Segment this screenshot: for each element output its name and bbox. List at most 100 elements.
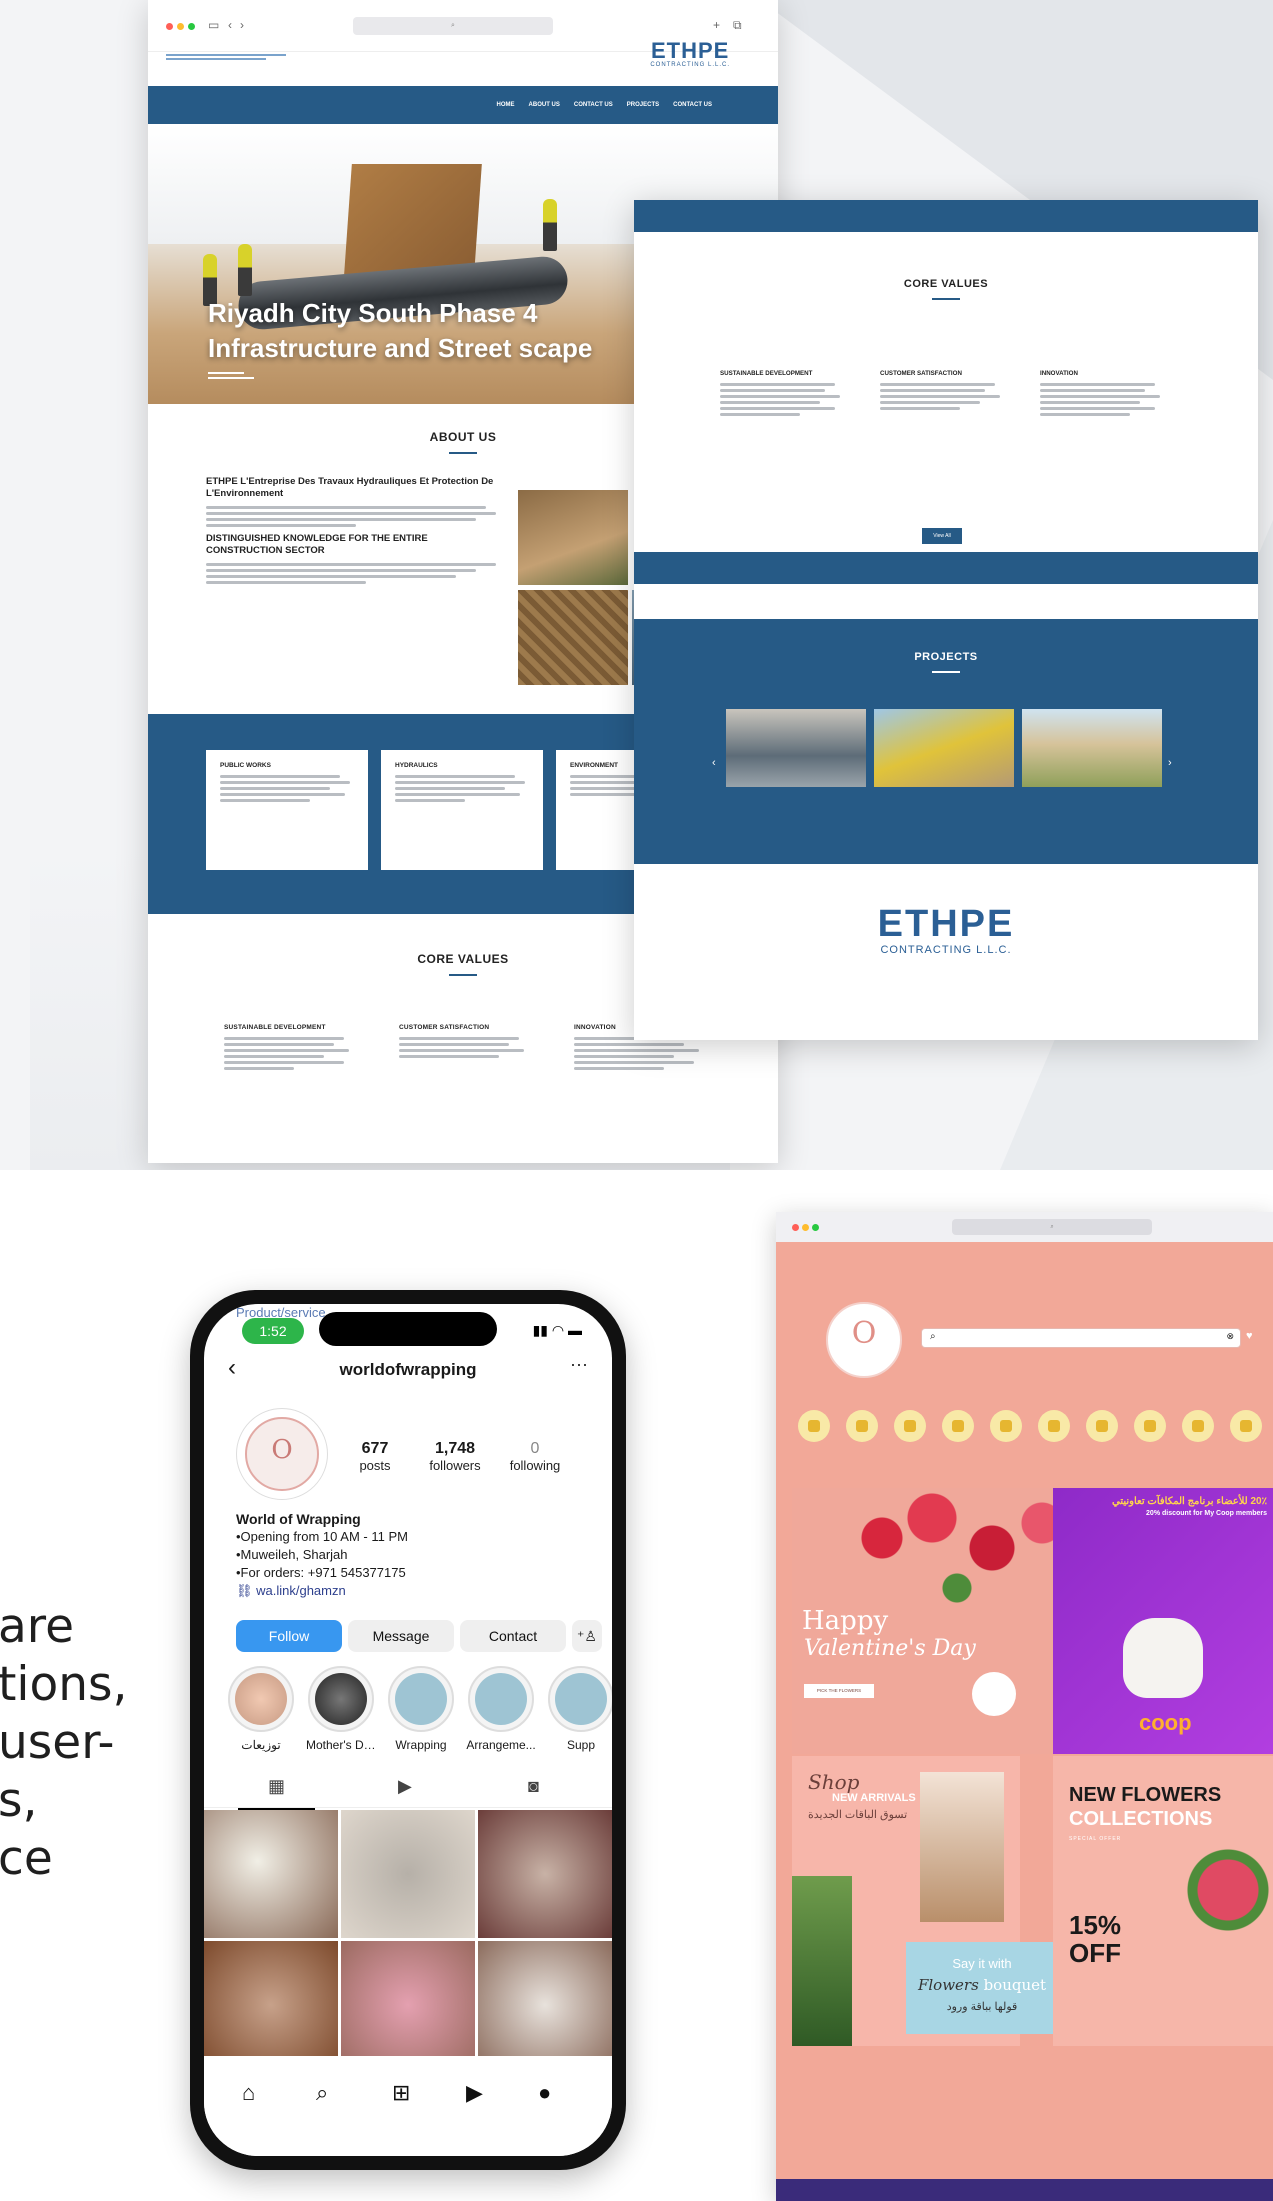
add-person-icon[interactable]: ⁺♙	[572, 1620, 602, 1652]
nav-contact[interactable]: CONTACT US	[574, 102, 613, 108]
view-all-button[interactable]: View All	[922, 528, 962, 544]
more-options-icon[interactable]: ···	[570, 1354, 588, 1375]
bio-name: World of Wrapping	[236, 1511, 361, 1527]
new-post-icon[interactable]: ⊞	[392, 2080, 410, 2106]
bio-category[interactable]: Product/service	[236, 1304, 326, 1322]
follow-button[interactable]: Follow	[236, 1620, 342, 1652]
category-item[interactable]	[844, 1410, 880, 1442]
highlight-item[interactable]: Mother's Day	[306, 1666, 376, 1752]
post-thumbnail[interactable]	[478, 1941, 612, 2069]
profile-icon[interactable]: ●	[538, 2080, 551, 2106]
stat-posts[interactable]: 677 posts	[336, 1440, 414, 1473]
stat-label: followers	[429, 1458, 481, 1473]
bio-line: •Opening from 10 AM - 11 PM	[236, 1529, 408, 1544]
profile-bio: World of Wrapping Product/service •Openi…	[204, 1305, 612, 1600]
footer-logo[interactable]: ETHPE CONTRACTING L.L.C.	[634, 904, 1258, 956]
post-thumbnail[interactable]	[478, 1810, 612, 1938]
bio-link[interactable]: ⛓ wa.link/ghamzn	[236, 1582, 580, 1600]
search-input[interactable]: ⌕ ⊗	[921, 1328, 1241, 1348]
heart-icon[interactable]: ♥	[1246, 1330, 1253, 1342]
back-icon[interactable]: ‹	[228, 18, 232, 32]
highlight-item[interactable]: Arrangeme...	[466, 1666, 536, 1752]
address-bar[interactable]: ⌕	[952, 1219, 1152, 1235]
nav-home[interactable]: HOME	[497, 102, 515, 108]
ethpe-logo[interactable]: ETHPE CONTRACTING L.L.C.	[650, 40, 730, 69]
bio-line: •Muweileh, Sharjah	[236, 1547, 348, 1562]
category-item[interactable]	[1036, 1410, 1072, 1442]
new-tab-icon[interactable]: +	[713, 18, 720, 32]
category-item[interactable]	[940, 1410, 976, 1442]
avatar[interactable]	[236, 1408, 328, 1500]
category-item[interactable]	[1180, 1410, 1216, 1442]
grid-tab-icon[interactable]: ▦	[237, 1776, 316, 1810]
reels-icon[interactable]: ▶	[466, 2080, 483, 2106]
category-item[interactable]	[892, 1410, 928, 1442]
footer: ETHPE CONTRACTING L.L.C.	[634, 864, 1258, 1040]
promo-arabic-text: 20٪ للأعضاء برنامج المكافآت تعاونيتي	[1111, 1496, 1267, 1507]
sidebar-icon[interactable]: ▭	[208, 18, 219, 32]
project-card[interactable]	[1022, 709, 1162, 814]
post-thumbnail[interactable]	[341, 1941, 475, 2069]
clear-icon[interactable]: ⊗	[1226, 1331, 1234, 1342]
forward-icon[interactable]: ›	[240, 18, 244, 32]
highlight-thumbnail	[555, 1673, 607, 1725]
carousel-next-icon[interactable]: ›	[1168, 757, 1172, 769]
pick-flowers-button[interactable]: PICK THE FLOWERS	[804, 1684, 874, 1698]
close-dot[interactable]	[792, 1224, 799, 1231]
carousel-prev-icon[interactable]: ‹	[712, 757, 716, 769]
highlight-thumbnail	[315, 1673, 367, 1725]
message-button[interactable]: Message	[348, 1620, 454, 1652]
home-icon[interactable]: ⌂	[242, 2080, 255, 2106]
service-card[interactable]: PUBLIC WORKS	[206, 750, 368, 870]
valentines-banner[interactable]: Happy Valentine's Day PICK THE FLOWERS	[792, 1488, 1070, 1754]
paragraph	[395, 775, 529, 802]
highlight-item[interactable]: Supp	[546, 1666, 612, 1752]
tabs-icon[interactable]: ⧉	[733, 18, 742, 33]
nav-projects[interactable]: PROJECTS	[627, 102, 659, 108]
project-card[interactable]	[874, 709, 1014, 814]
service-card[interactable]: HYDRAULICS	[381, 750, 543, 870]
maximize-dot[interactable]	[188, 23, 195, 30]
category-item[interactable]	[1132, 1410, 1168, 1442]
category-icon	[1182, 1410, 1214, 1442]
address-bar[interactable]: ⌕	[353, 17, 553, 35]
tagged-tab-icon[interactable]: ◙	[528, 1776, 539, 1797]
flowers-image	[1183, 1826, 1273, 1986]
shop-logo[interactable]	[826, 1302, 902, 1378]
profile-summary: 677 posts 1,748 followers 0 following	[204, 1392, 612, 1510]
category-icon	[846, 1410, 878, 1442]
post-thumbnail[interactable]	[341, 1810, 475, 1938]
category-item[interactable]	[796, 1410, 832, 1442]
minimize-dot[interactable]	[802, 1224, 809, 1231]
minimize-dot[interactable]	[177, 23, 184, 30]
category-item[interactable]	[1228, 1410, 1264, 1442]
coop-promo-banner[interactable]: 20٪ للأعضاء برنامج المكافآت تعاونيتي 20%…	[1053, 1488, 1273, 1754]
highlight-thumbnail	[475, 1673, 527, 1725]
post-thumbnail[interactable]	[204, 1941, 338, 2069]
highlight-thumbnail	[235, 1673, 287, 1725]
category-item[interactable]	[988, 1410, 1024, 1442]
stat-followers[interactable]: 1,748 followers	[416, 1440, 494, 1473]
footer-bar	[776, 2179, 1273, 2201]
say-it-with-flowers-card[interactable]: Say it with Flowers bouquet قولها بباقة …	[906, 1942, 1058, 2034]
tagline	[166, 52, 326, 62]
contact-button[interactable]: Contact	[460, 1620, 566, 1652]
maximize-dot[interactable]	[812, 1224, 819, 1231]
highlight-item[interactable]: توزيعات	[226, 1666, 296, 1752]
nav-about[interactable]: ABOUT US	[529, 102, 560, 108]
phone-mockup: 1:52 ▮▮ ◠ ▬ ‹ worldofwrapping ··· 677 po…	[190, 1290, 626, 2170]
story-highlights: توزيعات Mother's Day Wrapping Arrangeme.…	[204, 1660, 612, 1764]
new-collections-banner[interactable]: NEW FLOWERS COLLECTIONS SPECIAL OFFER 15…	[1053, 1756, 1273, 2046]
category-item[interactable]	[1084, 1410, 1120, 1442]
highlight-item[interactable]: Wrapping	[386, 1666, 456, 1752]
nav-contact-us[interactable]: CONTACT US	[673, 102, 712, 108]
logo-subtext: CONTRACTING L.L.C.	[880, 944, 1012, 956]
bio-link-text: wa.link/ghamzn	[256, 1583, 346, 1598]
reels-tab-icon[interactable]: ▶	[398, 1776, 412, 1797]
close-dot[interactable]	[166, 23, 173, 30]
post-thumbnail[interactable]	[204, 1810, 338, 1938]
project-card[interactable]	[726, 709, 866, 814]
stat-following[interactable]: 0 following	[496, 1440, 574, 1473]
brand-logo-icon	[245, 1417, 319, 1491]
search-icon[interactable]: ⌕	[316, 2080, 328, 2106]
